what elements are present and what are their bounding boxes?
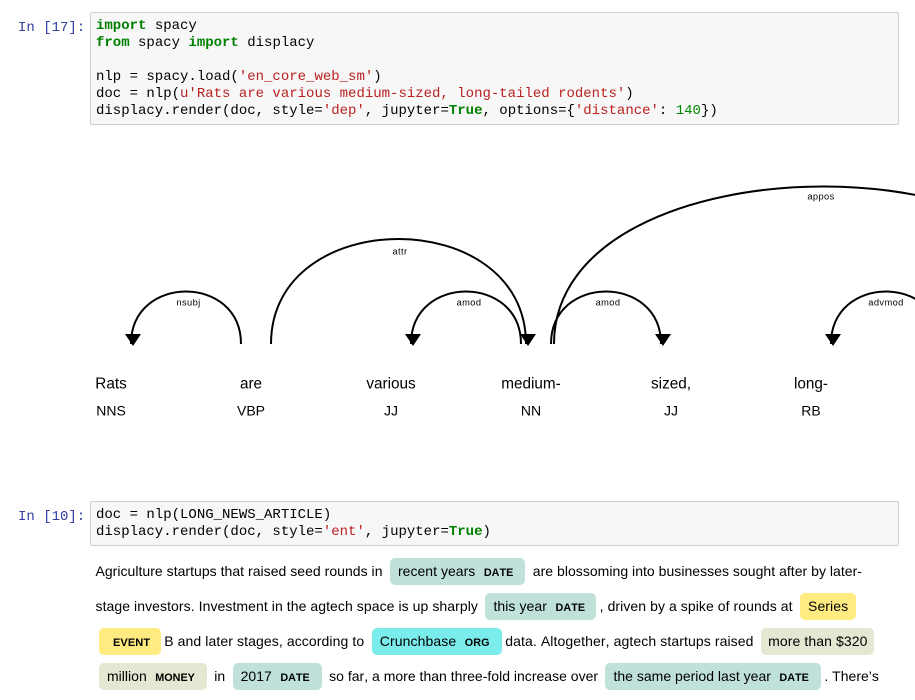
svg-text:NN: NN	[521, 403, 541, 419]
svg-text:VBP: VBP	[237, 403, 265, 419]
svg-text:attr: attr	[392, 247, 407, 257]
svg-text:sized,: sized,	[651, 376, 691, 393]
svg-text:various: various	[366, 376, 416, 393]
svg-text:RB: RB	[801, 403, 820, 419]
svg-text:medium-: medium-	[501, 376, 561, 393]
svg-text:amod: amod	[457, 298, 482, 308]
svg-text:appos: appos	[807, 192, 834, 202]
svg-text:JJ: JJ	[384, 403, 398, 419]
svg-text:nsubj: nsubj	[176, 298, 200, 308]
svg-text:Rats: Rats	[95, 376, 127, 393]
svg-text:long-: long-	[794, 376, 828, 393]
svg-text:are: are	[240, 376, 262, 393]
svg-text:JJ: JJ	[664, 403, 678, 419]
svg-text:NNS: NNS	[96, 403, 126, 419]
svg-text:amod: amod	[596, 298, 621, 308]
svg-text:advmod: advmod	[868, 298, 903, 308]
